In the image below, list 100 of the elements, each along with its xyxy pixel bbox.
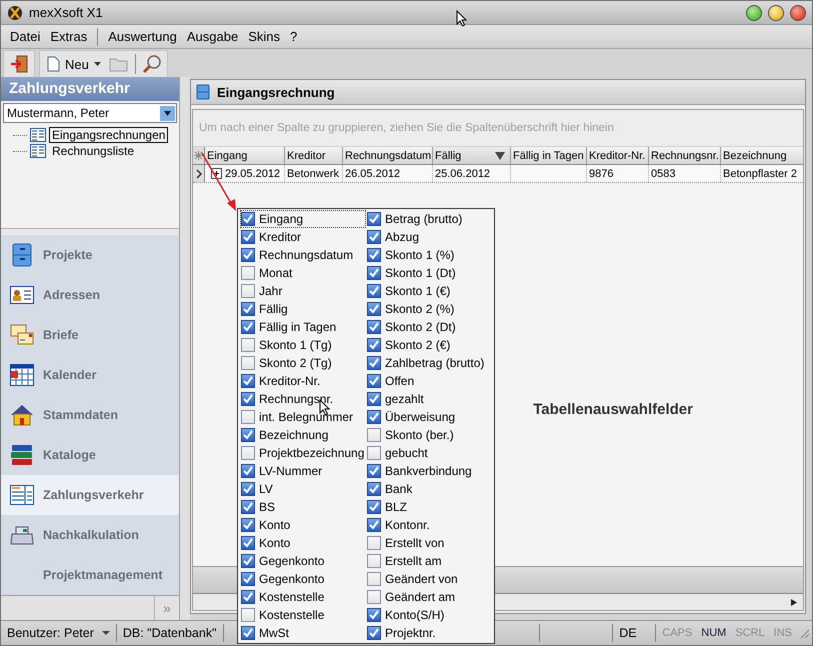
checkbox[interactable] xyxy=(367,500,381,514)
nav-item[interactable]: Kalender xyxy=(1,355,179,395)
column-option[interactable]: int. Belegnummer xyxy=(240,408,366,426)
column-option[interactable]: Überweisung xyxy=(366,408,490,426)
tree-item[interactable]: Eingangsrechnungen xyxy=(49,127,168,143)
column-header[interactable]: Kreditor-Nr. xyxy=(587,147,649,164)
column-option[interactable]: Projektnr. xyxy=(366,624,490,642)
column-option[interactable]: Skonto 1 (Tg) xyxy=(240,336,366,354)
column-option[interactable]: Bankverbindung xyxy=(366,462,490,480)
column-header[interactable]: Kreditor xyxy=(285,147,343,164)
column-option[interactable]: Monat xyxy=(240,264,366,282)
column-header[interactable]: Rechnungsnr. xyxy=(649,147,721,164)
column-option[interactable]: BLZ xyxy=(366,498,490,516)
checkbox[interactable] xyxy=(241,446,255,460)
column-option[interactable]: Projektbezeichnung xyxy=(240,444,366,462)
search-icon[interactable] xyxy=(142,54,162,74)
new-button[interactable]: Neu xyxy=(45,54,103,74)
checkbox[interactable] xyxy=(367,482,381,496)
nav-item[interactable]: Projekte xyxy=(1,235,179,275)
minimize-button[interactable] xyxy=(746,4,762,20)
column-option[interactable]: Betrag (brutto) xyxy=(366,210,490,228)
checkbox[interactable] xyxy=(367,626,381,640)
column-header[interactable]: Fällig xyxy=(433,147,511,164)
column-option[interactable]: Zahlbetrag (brutto) xyxy=(366,354,490,372)
column-option[interactable]: Skonto 1 (€) xyxy=(366,282,490,300)
column-header[interactable]: Bezeichnung xyxy=(721,147,803,164)
column-option[interactable]: Konto(S/H) xyxy=(366,606,490,624)
user-selector[interactable]: Benutzer: Peter xyxy=(1,624,117,642)
nav-item[interactable]: Projektmanagement xyxy=(1,555,179,595)
nav-item[interactable]: Adressen xyxy=(1,275,179,315)
checkbox[interactable] xyxy=(367,446,381,460)
column-option[interactable]: Skonto 2 (Dt) xyxy=(366,318,490,336)
checkbox[interactable] xyxy=(241,392,255,406)
close-button[interactable] xyxy=(790,4,806,20)
checkbox[interactable] xyxy=(241,410,255,424)
nav-item[interactable]: Zahlungsverkehr xyxy=(1,475,179,515)
dropdown-icon[interactable] xyxy=(160,106,175,120)
column-option[interactable]: Fällig in Tagen xyxy=(240,318,366,336)
checkbox[interactable] xyxy=(241,338,255,352)
tree-item[interactable]: Rechnungsliste xyxy=(49,143,138,159)
checkbox[interactable] xyxy=(367,428,381,442)
checkbox[interactable] xyxy=(367,536,381,550)
menu-item[interactable]: Extras xyxy=(45,29,92,44)
menu-item[interactable]: Ausgabe xyxy=(182,29,244,44)
column-option[interactable]: Skonto 2 (Tg) xyxy=(240,354,366,372)
user-select[interactable]: Mustermann, Peter xyxy=(3,103,177,123)
checkbox[interactable] xyxy=(367,284,381,298)
checkbox[interactable] xyxy=(241,464,255,478)
checkbox[interactable] xyxy=(241,320,255,334)
checkbox[interactable] xyxy=(367,590,381,604)
column-option[interactable]: Jahr xyxy=(240,282,366,300)
column-option[interactable]: gebucht xyxy=(366,444,490,462)
checkbox[interactable] xyxy=(367,356,381,370)
column-option[interactable]: Bezeichnung xyxy=(240,426,366,444)
nav-item[interactable]: Stammdaten xyxy=(1,395,179,435)
scroll-right-icon[interactable] xyxy=(791,598,797,606)
column-option[interactable]: gezahlt xyxy=(366,390,490,408)
checkbox[interactable] xyxy=(241,626,255,640)
checkbox[interactable] xyxy=(241,356,255,370)
column-option[interactable]: Erstellt von xyxy=(366,534,490,552)
column-option[interactable]: Skonto 1 (Dt) xyxy=(366,264,490,282)
checkbox[interactable] xyxy=(367,230,381,244)
menu-item[interactable]: Auswertung xyxy=(103,29,182,44)
checkbox[interactable] xyxy=(241,500,255,514)
column-option[interactable]: Kostenstelle xyxy=(240,606,366,624)
checkbox[interactable] xyxy=(241,230,255,244)
checkbox[interactable] xyxy=(241,266,255,280)
checkbox[interactable] xyxy=(241,248,255,262)
checkbox[interactable] xyxy=(367,338,381,352)
column-option[interactable]: Offen xyxy=(366,372,490,390)
column-header[interactable]: Fällig in Tagen xyxy=(511,147,587,164)
menu-item[interactable]: Skins xyxy=(243,29,285,44)
checkbox[interactable] xyxy=(241,554,255,568)
column-option[interactable]: Konto xyxy=(240,516,366,534)
nav-item[interactable]: Kataloge xyxy=(1,435,179,475)
column-option[interactable]: Skonto 1 (%) xyxy=(366,246,490,264)
column-option[interactable]: Eingang xyxy=(240,210,366,228)
column-option[interactable]: Erstellt am xyxy=(366,552,490,570)
column-option[interactable]: Rechnungsdatum xyxy=(240,246,366,264)
column-option[interactable]: MwSt xyxy=(240,624,366,642)
column-option[interactable]: Abzug xyxy=(366,228,490,246)
checkbox[interactable] xyxy=(367,212,381,226)
checkbox[interactable] xyxy=(241,608,255,622)
column-option[interactable]: Geändert von xyxy=(366,570,490,588)
checkbox[interactable] xyxy=(367,464,381,478)
menu-item[interactable]: Datei xyxy=(5,29,46,44)
column-option[interactable]: Kreditor xyxy=(240,228,366,246)
column-option[interactable]: Skonto 2 (€) xyxy=(366,336,490,354)
column-option[interactable]: Geändert am xyxy=(366,588,490,606)
checkbox[interactable] xyxy=(241,302,255,316)
column-option[interactable]: Kostenstelle xyxy=(240,588,366,606)
checkbox[interactable] xyxy=(241,536,255,550)
column-option[interactable]: LV-Nummer xyxy=(240,462,366,480)
checkbox[interactable] xyxy=(367,554,381,568)
column-header[interactable]: Eingang xyxy=(205,147,285,164)
checkbox[interactable] xyxy=(241,482,255,496)
checkbox[interactable] xyxy=(241,590,255,604)
checkbox[interactable] xyxy=(367,572,381,586)
checkbox[interactable] xyxy=(241,374,255,388)
checkbox[interactable] xyxy=(367,518,381,532)
